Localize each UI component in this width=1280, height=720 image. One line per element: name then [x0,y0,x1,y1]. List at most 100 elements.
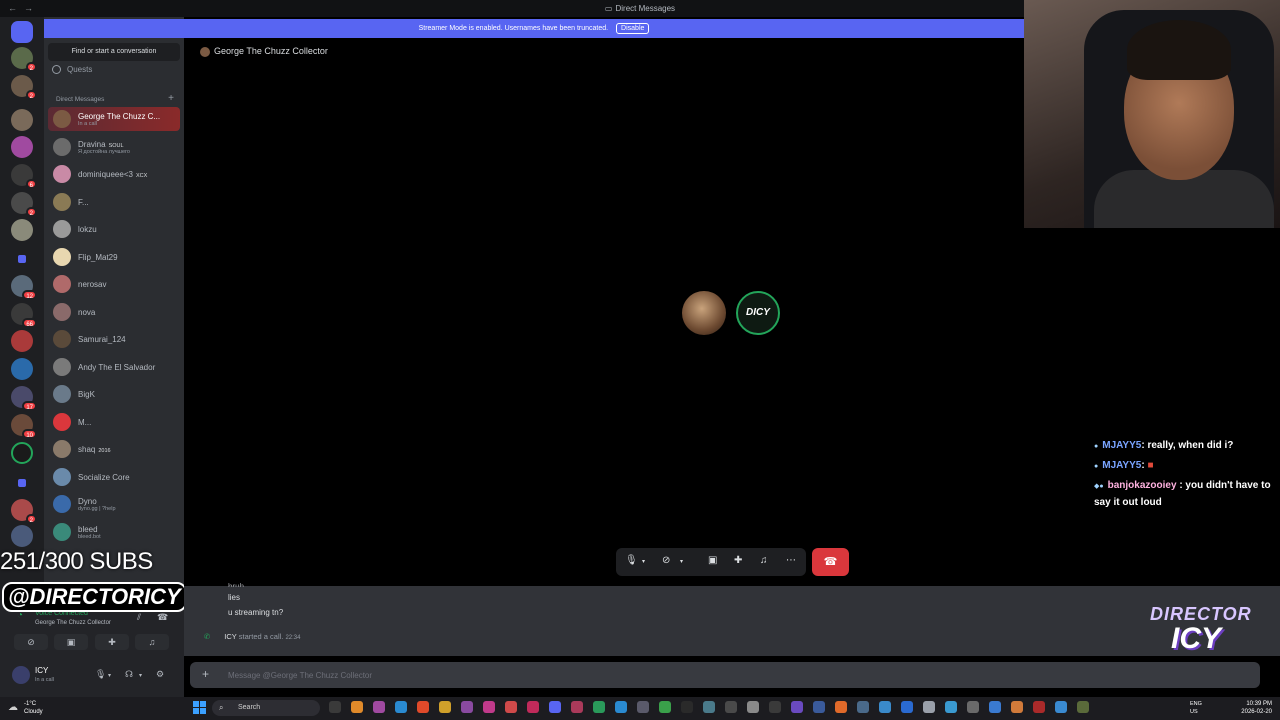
server-icon[interactable]: 10 [11,414,37,439]
soundboard-icon[interactable]: ♫ [760,555,768,566]
taskbar-app-icon[interactable] [483,701,495,713]
taskbar-app-icon[interactable] [659,701,671,713]
taskbar-app-icon[interactable] [1011,701,1023,713]
server-icon[interactable]: 6 [11,164,37,189]
dm-item[interactable]: Samurai_124 [48,327,180,351]
chevron-down-icon[interactable]: ▾ [642,558,645,565]
disconnect-icon[interactable]: ☎ [157,612,168,623]
chevron-down-icon[interactable]: ▾ [680,558,683,565]
dm-item[interactable]: nova [48,300,180,324]
taskbar-app-icon[interactable] [1077,701,1089,713]
taskbar-app-icon[interactable] [1033,701,1045,713]
dm-item[interactable]: nerosav [48,272,180,296]
call-participant-avatar[interactable] [682,291,726,335]
dm-item[interactable]: dominiqueee<3 XCX [48,162,180,186]
voice-channel[interactable]: George The Chuzz Collector [35,620,111,626]
activities-button[interactable]: ✚ [95,634,129,650]
mic-icon[interactable]: 🎙 [625,555,638,566]
taskbar-app-icon[interactable] [769,701,781,713]
taskbar-app-icon[interactable] [813,701,825,713]
more-icon[interactable]: ⋯ [786,555,796,566]
dm-item[interactable]: Flip_Mat29 [48,245,180,269]
folder-icon[interactable] [18,255,26,263]
taskbar-app-icon[interactable] [527,701,539,713]
taskbar-clock[interactable]: 10:39 PM 2026-02-20 [1241,700,1272,716]
dm-item[interactable]: Socialize Core [48,465,180,489]
dm-item[interactable]: shaq 2016 [48,437,180,461]
taskbar-app-icon[interactable] [923,701,935,713]
taskbar-app-icon[interactable] [329,701,341,713]
chevron-down-icon[interactable]: ▾ [139,672,142,679]
taskbar-app-icon[interactable] [835,701,847,713]
server-icon[interactable]: 2 [11,75,37,100]
taskbar-app-icon[interactable] [351,701,363,713]
server-icon[interactable]: 17 [11,386,37,411]
server-icon[interactable] [11,525,33,547]
taskbar-app-icon[interactable] [373,701,385,713]
dm-item[interactable]: Andy The El Salvador [48,355,180,379]
taskbar-app-icon[interactable] [681,701,693,713]
taskbar-app-icon[interactable] [967,701,979,713]
server-icon[interactable] [11,109,33,131]
taskbar-app-icon[interactable] [417,701,429,713]
screen-share-icon[interactable]: ▣ [708,555,717,566]
message-input[interactable] [228,668,1028,682]
taskbar-app-icon[interactable] [725,701,737,713]
dm-item[interactable]: bleed bleed.bot [48,520,180,544]
dm-item[interactable]: Dyno dyno.gg | ?help [48,492,180,516]
dm-item[interactable]: Dravina SOUL Я достойна лучшего [48,135,180,159]
taskbar-app-icon[interactable] [747,701,759,713]
server-icon[interactable]: 12 [11,275,37,300]
dm-item[interactable]: BigK [48,382,180,406]
language-indicator[interactable]: ENG US [1190,700,1202,716]
dm-item[interactable]: lokzu [48,217,180,241]
server-icon[interactable] [11,136,33,158]
gear-icon[interactable]: ⚙ [156,669,164,680]
dm-item[interactable]: M... [48,410,180,434]
taskbar-app-icon[interactable] [549,701,561,713]
server-icon[interactable]: 66 [11,303,37,328]
quests-item[interactable]: Quests [52,65,92,75]
taskbar-app-icon[interactable] [505,701,517,713]
server-icon[interactable]: 2 [11,47,37,72]
windows-start-button[interactable] [193,701,206,714]
create-dm-icon[interactable]: + [168,93,174,104]
chevron-down-icon[interactable]: ▾ [108,672,111,679]
call-participant-avatar[interactable]: DICY [736,291,780,335]
headphones-icon[interactable]: ☊ [125,669,133,680]
server-icon[interactable]: 2 [11,499,37,524]
taskbar-app-icon[interactable] [945,701,957,713]
dm-item[interactable]: F... [48,190,180,214]
taskbar-app-icon[interactable] [901,701,913,713]
hangup-button[interactable]: ☎ [812,548,849,576]
taskbar-app-icon[interactable] [879,701,891,713]
server-icon[interactable] [11,358,33,380]
taskbar-app-icon[interactable] [857,701,869,713]
taskbar-app-icon[interactable] [989,701,1001,713]
weather-widget[interactable]: -1°C Cloudy [24,700,43,716]
camera-off-button[interactable]: ⊘ [14,634,48,650]
dm-item[interactable]: George The Chuzz C... In a call [48,107,180,131]
taskbar-app-icon[interactable] [571,701,583,713]
find-conversation-button[interactable]: Find or start a conversation [48,43,180,61]
avatar[interactable] [12,666,30,684]
taskbar-app-icon[interactable] [461,701,473,713]
disable-button[interactable]: Disable [616,23,650,34]
taskbar-app-icon[interactable] [439,701,451,713]
add-attachment-icon[interactable]: + [202,667,209,681]
server-icon[interactable] [11,219,33,241]
activities-icon[interactable]: ✚ [734,555,742,566]
soundboard-button[interactable]: ♫ [135,634,169,650]
taskbar-app-icon[interactable] [791,701,803,713]
discord-home-icon[interactable] [11,21,33,43]
folder-icon[interactable] [18,479,26,487]
taskbar-app-icon[interactable] [615,701,627,713]
server-icon[interactable] [11,442,33,464]
screen-share-button[interactable]: ▣ [54,634,88,650]
server-icon[interactable] [11,330,33,352]
taskbar-app-icon[interactable] [637,701,649,713]
taskbar-app-icon[interactable] [395,701,407,713]
noise-suppression-icon[interactable]: ⫽ [137,612,141,623]
taskbar-app-icon[interactable] [593,701,605,713]
taskbar-search[interactable]: ⌕ Search [212,700,320,716]
